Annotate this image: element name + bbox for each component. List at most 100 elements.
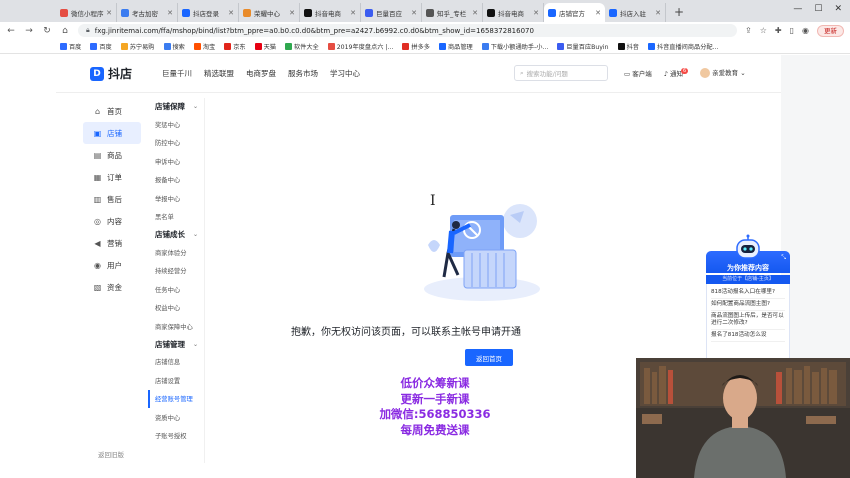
top-nav-item[interactable]: 精选联盟 xyxy=(204,68,234,79)
browser-tab[interactable]: 知乎_专栏 ✕ xyxy=(422,3,483,22)
bookmark-label: 抖音 xyxy=(626,43,639,51)
browser-tab[interactable]: 店铺官方 ✕ xyxy=(544,3,605,22)
tab-close-icon[interactable]: ✕ xyxy=(411,9,417,17)
left-nav-item[interactable]: ◉ 用户 xyxy=(83,254,141,276)
back-home-button[interactable]: 返回首页 xyxy=(465,349,513,366)
sub-nav-item[interactable]: 任务中心 xyxy=(148,280,204,299)
left-nav-label: 订单 xyxy=(107,172,122,182)
tab-close-icon[interactable]: ✕ xyxy=(106,9,112,17)
bookmark-item[interactable]: 下载小额通助手-小... xyxy=(481,42,548,51)
sidepanel-icon[interactable]: ▯ xyxy=(790,26,794,35)
sub-nav-item[interactable]: 黑名单 xyxy=(148,208,204,227)
new-tab-button[interactable]: + xyxy=(666,3,692,22)
sub-nav-item[interactable]: 权益中心 xyxy=(148,299,204,318)
bookmark-item[interactable]: 抖音 xyxy=(617,42,639,51)
tab-close-icon[interactable]: ✕ xyxy=(655,9,661,17)
star-icon[interactable]: ☆ xyxy=(760,26,767,35)
left-nav-item[interactable]: ▥ 售后 xyxy=(83,188,141,210)
bookmark-item[interactable]: 淘宝 xyxy=(193,42,215,51)
assistant-widget[interactable]: 为你推荐内容 ⤡ 当前位于【店铺-主页】 818活动报名入口在哪里? 如何配置商品… xyxy=(706,234,790,359)
bookmark-item[interactable]: 拼多多 xyxy=(402,42,430,51)
tab-close-icon[interactable]: ✕ xyxy=(228,9,234,17)
notice-button[interactable]: ♪ 通知6 xyxy=(664,67,689,78)
tab-close-icon[interactable]: ✕ xyxy=(533,9,539,17)
sub-nav-group-title[interactable]: 店铺管理 ⌄ xyxy=(148,336,204,353)
sub-nav-item[interactable]: 报备中心 xyxy=(148,171,204,190)
header-search-input[interactable]: ⌕ 搜索功能/问题 xyxy=(514,65,608,81)
top-nav-item[interactable]: 学习中心 xyxy=(330,68,360,79)
browser-tab[interactable]: 巨量百应 ✕ xyxy=(361,3,422,22)
top-nav-item[interactable]: 服务市场 xyxy=(288,68,318,79)
sub-nav-item[interactable]: 经营账号管理 xyxy=(148,389,204,408)
sub-nav-group-title[interactable]: 店铺成长 ⌄ xyxy=(148,226,204,243)
assistant-question[interactable]: 报名了818活动怎么设 xyxy=(711,330,785,342)
bookmark-item[interactable]: 软件大全 xyxy=(285,42,319,51)
bookmark-item[interactable]: 商品管理 xyxy=(438,42,473,51)
back-icon[interactable]: ← xyxy=(6,26,16,36)
share-icon[interactable]: ⇪ xyxy=(745,26,752,35)
left-nav-item[interactable]: ▣ 店铺 xyxy=(83,122,141,144)
assistant-question[interactable]: 商品流图图上传后，是否可以进行二次修改? xyxy=(711,311,785,330)
top-nav-item[interactable]: 电商罗盘 xyxy=(246,68,276,79)
url-field[interactable]: 🔒︎ fxg.jinritemai.com/ffa/mshop/bind/lis… xyxy=(78,24,738,37)
reload-icon[interactable]: ↻ xyxy=(42,26,52,36)
bookmark-item[interactable]: 苏宁易购 xyxy=(120,42,155,51)
tab-close-icon[interactable]: ✕ xyxy=(167,9,173,17)
browser-tab[interactable]: 微信小程序 ✕ xyxy=(56,3,117,22)
left-nav-item[interactable]: ⌂ 首页 xyxy=(83,100,141,122)
browser-tab[interactable]: 荣耀中心 ✕ xyxy=(239,3,300,22)
forward-icon[interactable]: → xyxy=(24,26,34,36)
bookmark-item[interactable]: 百度 xyxy=(60,42,81,51)
extensions-icon[interactable]: ✚ xyxy=(775,26,782,35)
bookmark-item[interactable]: 搜索 xyxy=(163,42,185,51)
collapse-icon[interactable]: ⤡ xyxy=(781,254,786,262)
sub-nav-item[interactable]: 申诉中心 xyxy=(148,152,204,171)
profile-icon[interactable]: ◉ xyxy=(802,26,809,35)
browser-tab[interactable]: 抖音电商 ✕ xyxy=(300,3,361,22)
tab-close-icon[interactable]: ✕ xyxy=(350,9,356,17)
tab-close-icon[interactable]: ✕ xyxy=(472,9,478,17)
minimize-icon[interactable]: — xyxy=(793,4,802,14)
sub-nav-item[interactable]: 举报中心 xyxy=(148,189,204,208)
tab-close-icon[interactable]: ✕ xyxy=(289,9,295,17)
sub-nav-item[interactable]: 店铺信息 xyxy=(148,353,204,372)
left-nav-item[interactable]: ▤ 商品 xyxy=(83,144,141,166)
sub-nav-item[interactable]: 持续经营分 xyxy=(148,262,204,281)
sub-nav-group-title[interactable]: 店铺保障 ⌄ xyxy=(148,98,204,115)
logo[interactable]: D 抖店 xyxy=(90,65,132,82)
maximize-icon[interactable]: ☐ xyxy=(814,4,822,14)
client-button[interactable]: ▭ 客户端 xyxy=(624,68,652,78)
sub-nav-item[interactable]: 子账号授权 xyxy=(148,427,204,446)
tab-close-icon[interactable]: ✕ xyxy=(595,9,601,17)
bookmark-item[interactable]: 天猫 xyxy=(254,42,276,51)
url-text: fxg.jinritemai.com/ffa/mshop/bind/list?b… xyxy=(94,26,534,35)
sub-nav-item[interactable]: 防控中心 xyxy=(148,134,204,153)
home-nav-icon[interactable]: ⌂ xyxy=(60,26,70,36)
bookmark-item[interactable]: 抖音直播间商品分配... xyxy=(647,42,719,51)
sub-nav-item[interactable]: 商家体验分 xyxy=(148,243,204,262)
update-button[interactable]: 更新 xyxy=(817,24,844,37)
assistant-question[interactable]: 818活动报名入口在哪里? xyxy=(711,287,785,299)
browser-tab[interactable]: 抖店入驻 ✕ xyxy=(605,3,666,22)
sub-nav-item[interactable]: 奖惩中心 xyxy=(148,115,204,134)
top-nav-item[interactable]: 巨量千川 xyxy=(162,68,192,79)
bookmark-item[interactable]: 2019年度盘点六 |... xyxy=(327,42,393,51)
close-icon[interactable]: ✕ xyxy=(834,4,842,14)
back-old-version-link[interactable]: 返回旧版 xyxy=(98,449,124,459)
sub-nav-item[interactable]: 资质中心 xyxy=(148,408,204,427)
left-nav-item[interactable]: ◀ 营销 xyxy=(83,232,141,254)
sub-nav-item[interactable]: 店铺设置 xyxy=(148,371,204,390)
bookmark-item[interactable]: 百度 xyxy=(90,42,112,51)
sub-nav-item[interactable]: 商家保障中心 xyxy=(148,317,204,336)
bookmark-item[interactable]: 京东 xyxy=(224,42,246,51)
browser-tab[interactable]: 考古加密 ✕ xyxy=(117,3,178,22)
left-nav-item[interactable]: ▦ 订单 xyxy=(83,166,141,188)
browser-tab[interactable]: 抖店登录 ✕ xyxy=(178,3,239,22)
user-menu[interactable]: 亲爱教育 ⌄ xyxy=(700,67,746,78)
bookmark-item[interactable]: 巨量百应Buyin xyxy=(557,42,609,51)
browser-tab[interactable]: 抖音电商 ✕ xyxy=(483,3,544,22)
left-nav-item[interactable]: ◎ 内容 xyxy=(83,210,141,232)
assistant-subtitle: 当前位于【店铺-主页】 xyxy=(706,275,790,284)
assistant-question[interactable]: 如何配置商品流图主图? xyxy=(711,299,785,311)
left-nav-item[interactable]: ▧ 资金 xyxy=(83,276,141,298)
